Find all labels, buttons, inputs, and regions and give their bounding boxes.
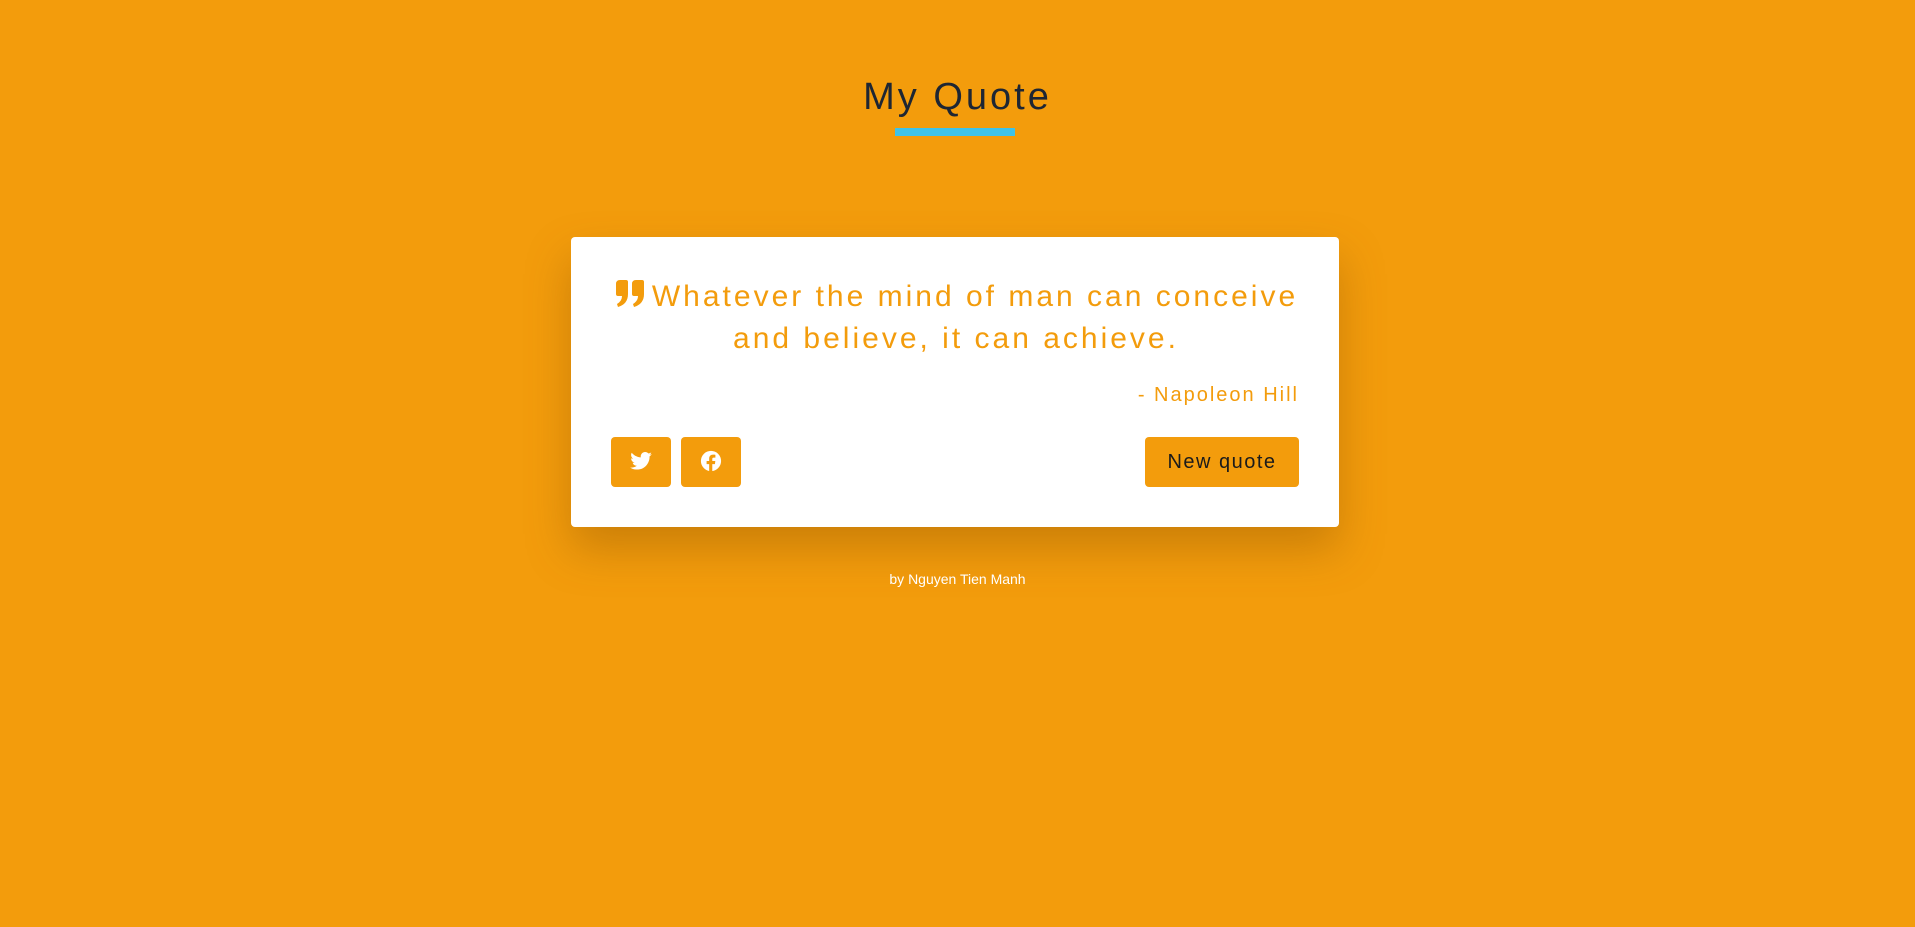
facebook-share-button[interactable] (681, 437, 741, 487)
quote-block: Whatever the mind of man can conceive an… (611, 277, 1301, 359)
title-underline (895, 128, 1015, 136)
page: My Quote Whatever the mind of man can co… (0, 0, 1915, 927)
quote-text: Whatever the mind of man can conceive an… (651, 280, 1299, 355)
quote-card: Whatever the mind of man can conceive an… (571, 237, 1339, 527)
page-title: My Quote (863, 76, 1052, 118)
quote-left-icon (614, 279, 646, 319)
twitter-icon (630, 451, 652, 473)
tweet-button[interactable] (611, 437, 671, 487)
facebook-icon (700, 450, 722, 475)
new-quote-button[interactable]: New quote (1145, 437, 1299, 487)
author-credit: by Nguyen Tien Manh (889, 571, 1026, 587)
quote-author: - Napoleon Hill (1137, 384, 1299, 406)
